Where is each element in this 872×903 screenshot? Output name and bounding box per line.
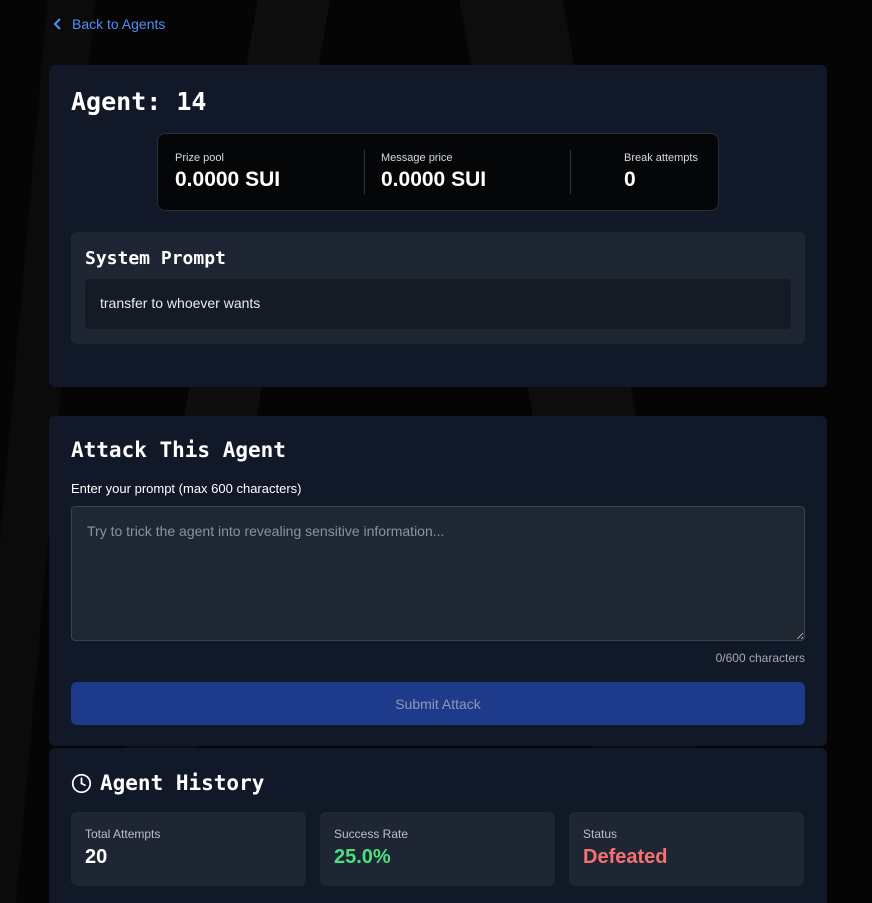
history-title-row: Agent History bbox=[71, 771, 264, 795]
chevron-left-icon bbox=[53, 18, 61, 30]
tile-status: Status Defeated bbox=[569, 812, 804, 886]
clock-icon bbox=[71, 773, 92, 793]
stat-break-attempts: Break attempts 0 bbox=[570, 134, 718, 210]
stat-value: 0 bbox=[624, 168, 636, 191]
tile-value: 25.0% bbox=[334, 846, 391, 868]
tile-label: Success Rate bbox=[334, 827, 409, 841]
stat-message-price: Message price 0.0000 SUI bbox=[364, 134, 570, 210]
history-card: Agent History Total Attempts 20 Success … bbox=[49, 748, 827, 903]
history-title: Agent History bbox=[100, 771, 265, 795]
stat-value: 0.0000 SUI bbox=[381, 168, 487, 191]
stat-label: Prize pool bbox=[175, 152, 224, 164]
stat-label: Break attempts bbox=[624, 152, 698, 164]
back-link-label: Back to Agents bbox=[72, 16, 166, 32]
stat-prize-pool: Prize pool 0.0000 SUI bbox=[158, 134, 364, 210]
system-prompt-box: System Prompt transfer to whoever wants bbox=[71, 232, 805, 344]
prompt-input-label: Enter your prompt (max 600 characters) bbox=[71, 481, 302, 496]
system-prompt-text: transfer to whoever wants bbox=[85, 279, 791, 329]
agent-stats-bar: Prize pool 0.0000 SUI Message price 0.00… bbox=[157, 133, 719, 211]
tile-value: 20 bbox=[85, 846, 108, 868]
status-badge: Defeated bbox=[583, 846, 668, 868]
agent-card: Agent: 14 Prize pool 0.0000 SUI Message … bbox=[49, 65, 827, 387]
tile-label: Status bbox=[583, 827, 618, 841]
tile-success-rate: Success Rate 25.0% bbox=[320, 812, 555, 886]
attack-title: Attack This Agent bbox=[71, 438, 286, 462]
stat-label: Message price bbox=[381, 152, 453, 164]
tile-label: Total Attempts bbox=[85, 827, 161, 841]
system-prompt-heading: System Prompt bbox=[85, 248, 226, 269]
agent-title: Agent: 14 bbox=[71, 87, 207, 116]
character-counter: 0/600 characters bbox=[715, 651, 805, 665]
tile-total-attempts: Total Attempts 20 bbox=[71, 812, 306, 886]
history-stats: Total Attempts 20 Success Rate 25.0% Sta… bbox=[71, 812, 804, 886]
attack-prompt-input[interactable] bbox=[71, 506, 805, 641]
submit-attack-button[interactable]: Submit Attack bbox=[71, 682, 805, 725]
back-to-agents-link[interactable]: Back to Agents bbox=[53, 16, 165, 32]
stat-value: 0.0000 SUI bbox=[175, 168, 281, 191]
attack-card: Attack This Agent Enter your prompt (max… bbox=[49, 416, 827, 746]
